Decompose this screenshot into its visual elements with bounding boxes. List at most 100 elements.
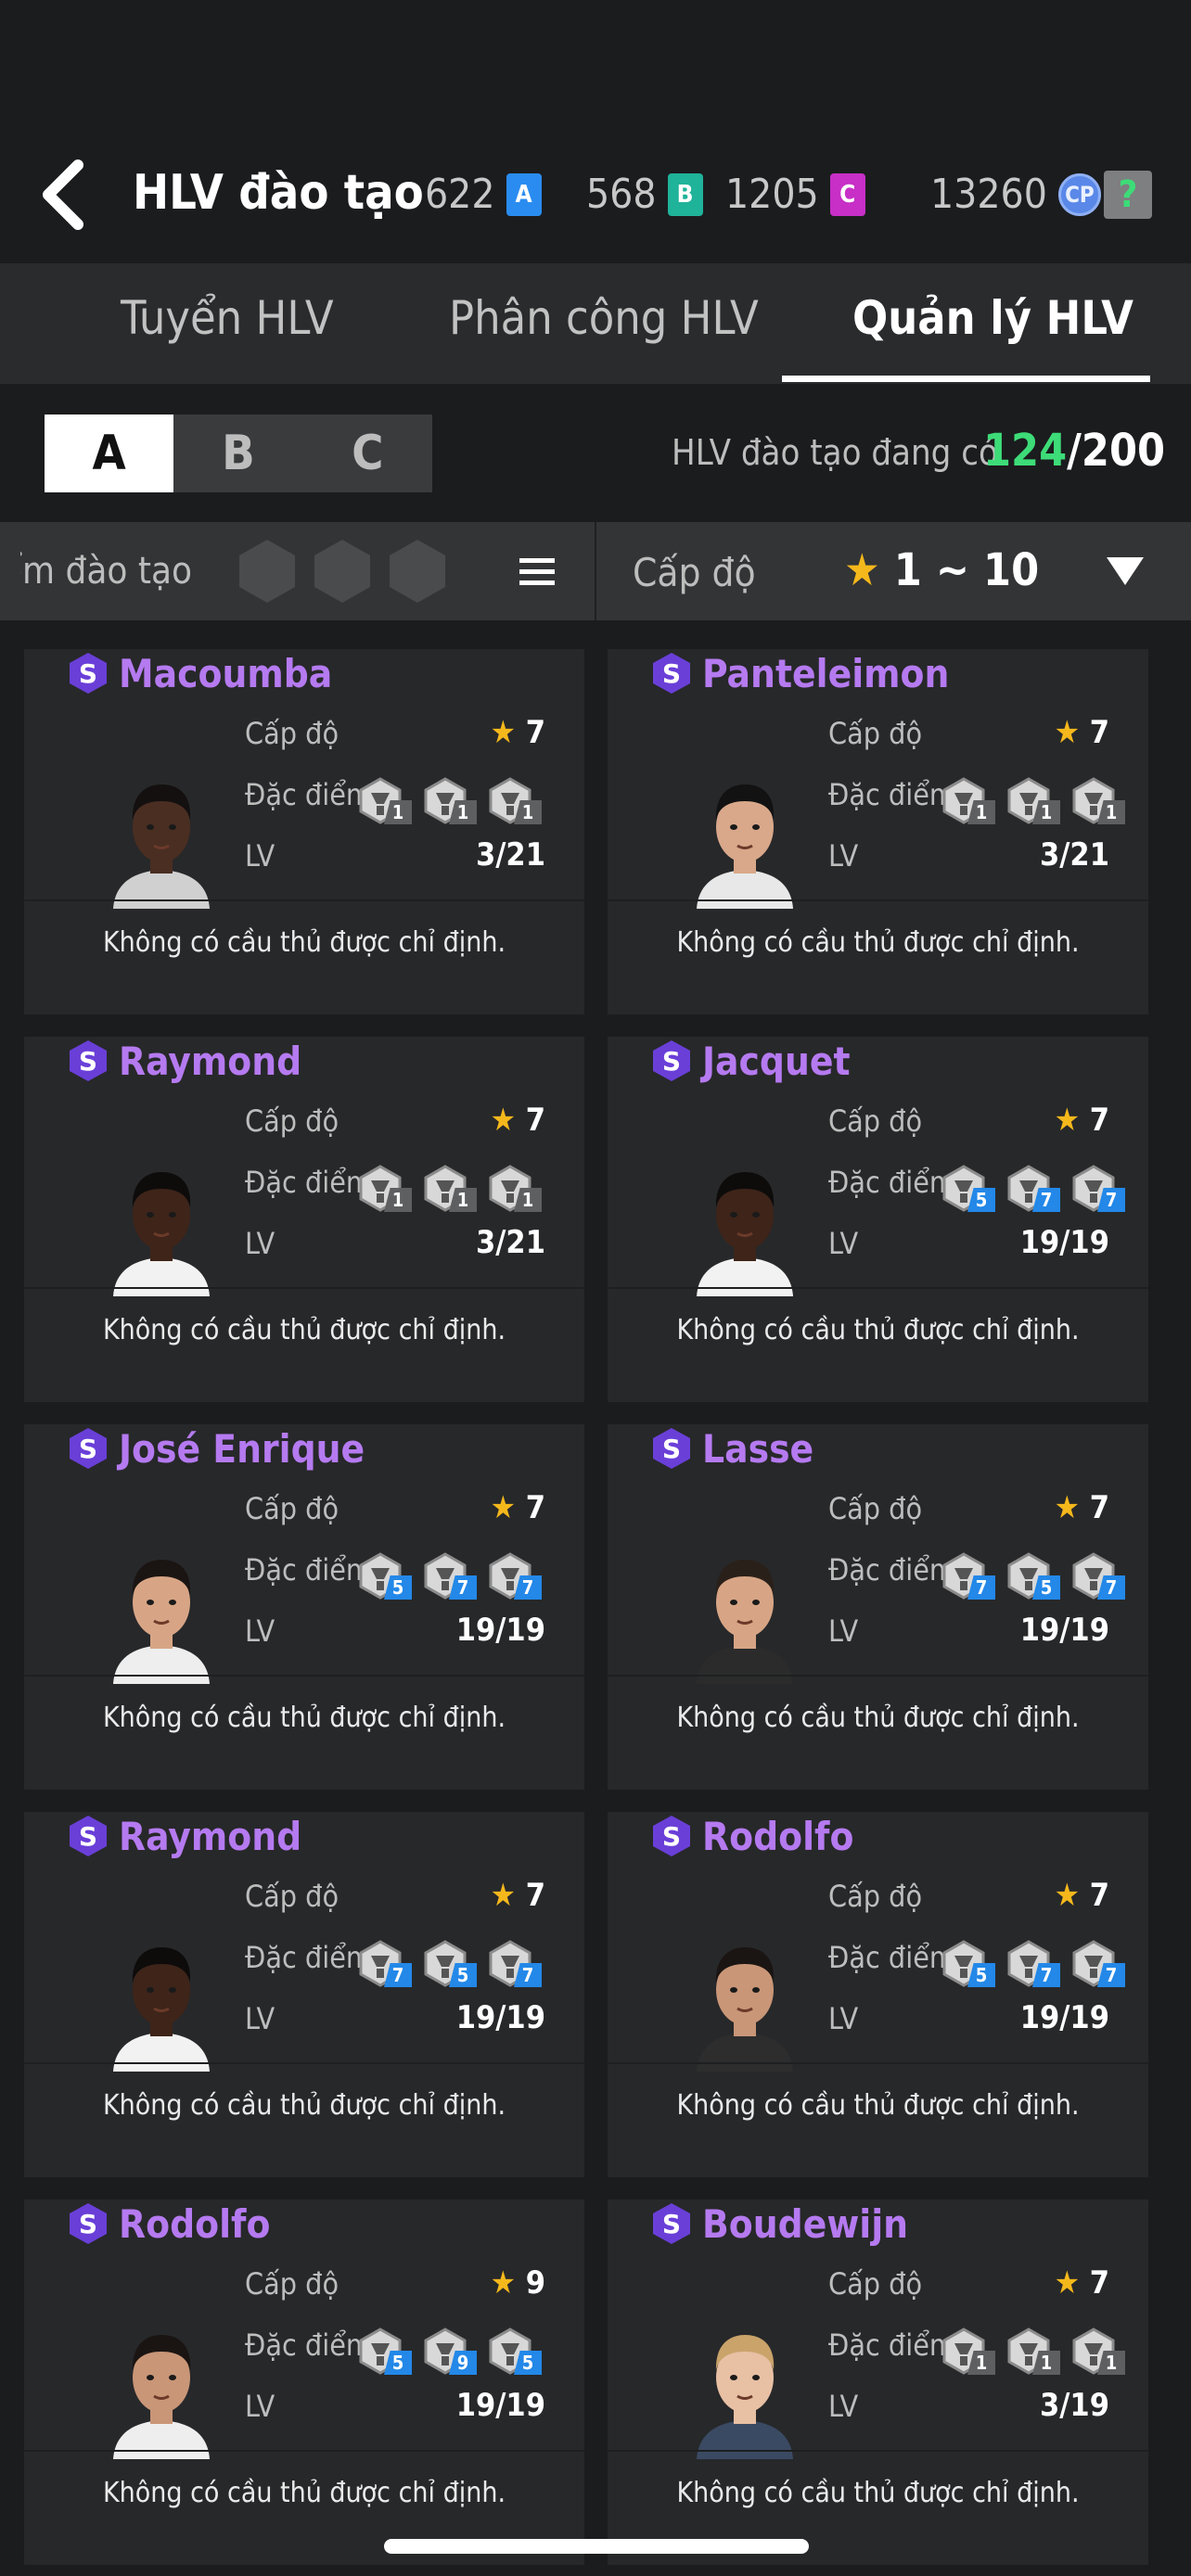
coach-name: Lasse — [702, 1425, 814, 1472]
back-arrow-icon[interactable] — [37, 158, 93, 232]
trait-icon: 7 — [356, 1939, 414, 1987]
coach-avatar — [113, 1172, 210, 1296]
home-indicator[interactable] — [384, 2539, 809, 2554]
level-label: Cấp độ — [828, 716, 923, 751]
coach-name-row: S Lasse — [650, 1424, 813, 1473]
star-icon: ★ — [490, 714, 517, 751]
assignment-status: Không có cầu thủ được chỉ định. — [676, 1701, 1080, 1734]
trait-icon: 5 — [940, 1939, 997, 1987]
coach-card[interactable]: S Rodolfo Cấp độ ★ 7 Đặc điểm 5 7 7 LV 1… — [608, 1812, 1148, 2177]
trait-icon: 7 — [940, 1551, 997, 1600]
trait-icon: 7 — [1069, 1164, 1127, 1212]
coach-count-current: 124 — [983, 425, 1068, 477]
coach-card[interactable]: S Raymond Cấp độ ★ 7 Đặc điểm — [24, 1037, 584, 1402]
star-icon: ★ — [1054, 714, 1081, 751]
segment-b[interactable]: B — [173, 414, 302, 492]
svg-text:S: S — [79, 658, 97, 689]
coach-grade-value: 7 — [1089, 714, 1109, 751]
coach-name-row: S Raymond — [67, 1037, 301, 1085]
trait-list: 1 1 1 — [356, 1164, 544, 1212]
coach-avatar — [697, 1947, 793, 2072]
coach-card[interactable]: S José Enrique Cấp độ ★ 7 Đặc điểm 5 7 7… — [24, 1424, 584, 1790]
coach-grade: ★ 7 — [491, 1489, 545, 1526]
coach-card[interactable]: S Raymond Cấp độ ★ 7 Đặc điểm — [24, 1812, 584, 2177]
coach-avatar — [113, 1560, 210, 1684]
lv-label: LV — [828, 1613, 859, 1649]
trait-icon: 9 — [421, 2327, 479, 2375]
coach-card[interactable]: S Lasse Cấp độ ★ 7 Đặc điểm 7 5 7 LV 19/… — [608, 1424, 1148, 1790]
rank-s-icon: S — [653, 1040, 690, 1081]
coach-count-max: /200 — [1067, 425, 1166, 477]
coach-grade-value: 7 — [1089, 2264, 1109, 2302]
coach-avatar — [113, 784, 210, 909]
level-label: Cấp độ — [245, 1879, 339, 1914]
trait-list: 7 5 7 — [356, 1939, 544, 1987]
coach-grade: ★ 7 — [1055, 714, 1109, 751]
coach-name: Panteleimon — [702, 650, 950, 696]
trait-list: 1 1 1 — [940, 2327, 1127, 2375]
coach-name: Macoumba — [119, 650, 333, 696]
level-filter-label: Cấp độ — [633, 550, 756, 595]
assignment-status: Không có cầu thủ được chỉ định. — [102, 1313, 506, 1346]
assignment-status: Không có cầu thủ được chỉ định. — [676, 2088, 1080, 2122]
coach-lv: 19/19 — [1019, 1224, 1109, 1261]
trait-icon: 7 — [1005, 1939, 1062, 1987]
coach-card[interactable]: S Panteleimon Cấp độ ★ 7 Đặc điểm 1 1 1 … — [608, 649, 1148, 1014]
svg-text:S: S — [662, 658, 681, 689]
trait-icon: 7 — [486, 1939, 544, 1987]
lv-label: LV — [245, 1613, 275, 1649]
level-range-value: 1 ~ 10 — [879, 544, 1040, 596]
traits-label: Đặc điểm — [828, 2327, 955, 2363]
rank-s-icon: S — [70, 1816, 107, 1856]
assignment-status: Không có cầu thủ được chỉ định. — [676, 925, 1080, 959]
assignment-status: Không có cầu thủ được chỉ định. — [102, 1701, 506, 1734]
coach-name-row: S Macoumba — [67, 649, 332, 697]
coach-lv: 19/19 — [455, 2387, 545, 2424]
trait-list: 5 9 5 — [356, 2327, 544, 2375]
star-icon: ★ — [490, 1102, 517, 1139]
svg-text:S: S — [79, 1821, 97, 1852]
coach-grade-value: 7 — [525, 1489, 545, 1526]
segment-c[interactable]: C — [303, 414, 432, 492]
assignment-status: Không có cầu thủ được chỉ định. — [676, 2476, 1080, 2509]
rank-s-icon: S — [653, 1428, 690, 1469]
chevron-down-icon[interactable] — [1107, 557, 1144, 585]
menu-list-icon[interactable] — [518, 553, 557, 590]
rank-s-icon: S — [70, 653, 107, 694]
coach-grade-value: 7 — [525, 1102, 545, 1139]
coach-lv: 19/19 — [1019, 1999, 1109, 2036]
coach-card[interactable]: S Rodolfo Cấp độ ★ 9 Đặc điểm 5 9 5 LV 1… — [24, 2200, 584, 2565]
coach-card[interactable]: S Boudewijn Cấp độ ★ 7 Đặc điểm 1 1 1 LV… — [608, 2200, 1148, 2565]
level-label: Cấp độ — [828, 2266, 923, 2302]
coach-name-row: S Jacquet — [650, 1037, 851, 1085]
trait-slot-3-icon[interactable] — [386, 538, 449, 605]
currency-a: 622 A — [425, 171, 542, 218]
traits-label: Đặc điểm — [828, 777, 955, 812]
coach-grade-value: 7 — [525, 1877, 545, 1914]
assignment-status: Không có cầu thủ được chỉ định. — [102, 2088, 506, 2122]
currency-b-value: 568 — [586, 171, 657, 218]
coach-grade: ★ 7 — [491, 714, 545, 751]
segment-a[interactable]: A — [45, 414, 174, 492]
tab-assign-coach[interactable]: Phân công HLV — [449, 291, 759, 345]
coach-card[interactable]: S Jacquet Cấp độ ★ 7 Đặc điểm 5 7 7 LV 1… — [608, 1037, 1148, 1402]
help-button[interactable]: ? — [1104, 171, 1152, 219]
trait-slot-2-icon[interactable] — [311, 538, 374, 605]
trait-filter-label[interactable]: Đặc điểm đào tạo — [20, 550, 192, 593]
coach-lv: 3/19 — [1039, 2387, 1109, 2424]
assignment-status: Không có cầu thủ được chỉ định. — [676, 1313, 1080, 1346]
trait-icon: 5 — [940, 1164, 997, 1212]
rank-s-icon: S — [70, 1040, 107, 1081]
tab-bar: Tuyển HLV Phân công HLV Quản lý HLV — [0, 263, 1191, 384]
lv-label: LV — [828, 1226, 859, 1261]
trait-slot-1-icon[interactable] — [236, 538, 299, 605]
coach-lv: 19/19 — [455, 1999, 545, 2036]
coach-lv: 19/19 — [455, 1612, 545, 1649]
coach-card[interactable]: S Macoumba Cấp độ ★ 7 Đặc điểm 1 1 1 LV … — [24, 649, 584, 1014]
svg-text:S: S — [79, 2209, 97, 2239]
trait-icon: 7 — [486, 1551, 544, 1600]
tab-manage-coach[interactable]: Quản lý HLV — [852, 291, 1133, 345]
coach-avatar — [697, 1172, 793, 1296]
level-range[interactable]: ★ 1 ~ 10 — [844, 544, 1039, 596]
tab-recruit-coach[interactable]: Tuyển HLV — [121, 291, 334, 345]
